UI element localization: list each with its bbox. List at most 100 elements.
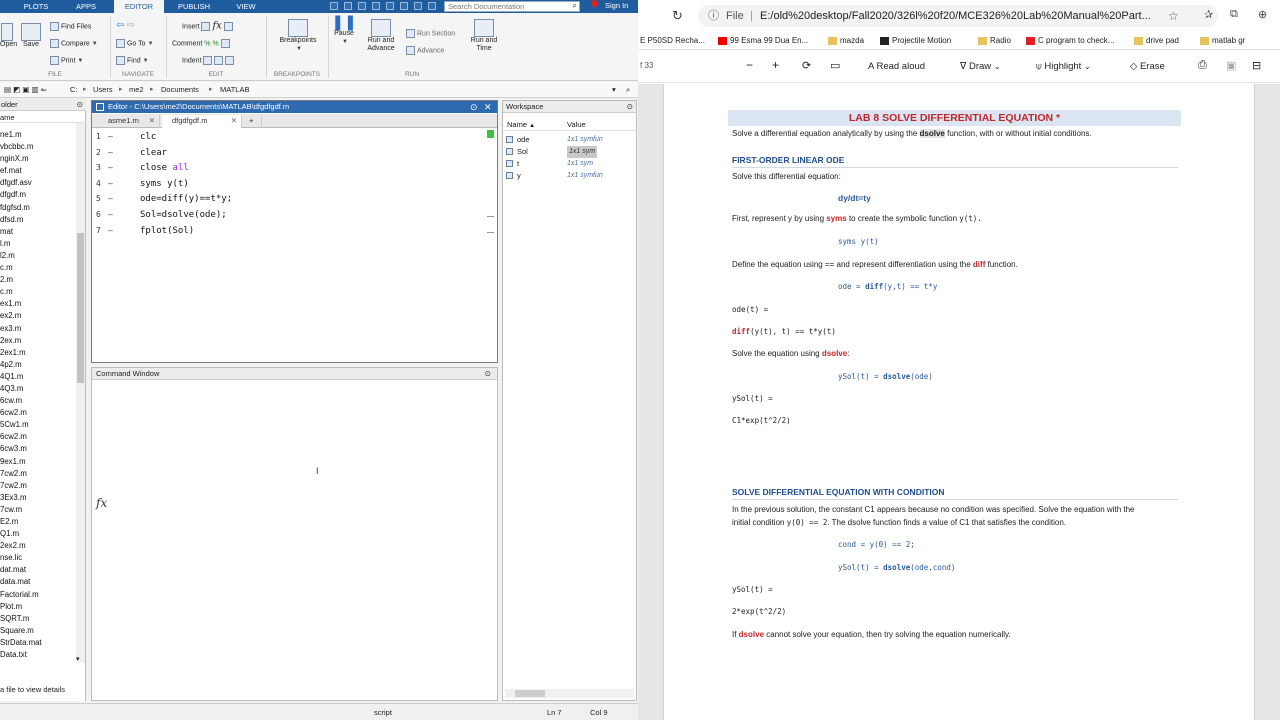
- insert-function-icon[interactable]: fx: [212, 20, 221, 31]
- run-and-time-button[interactable]: Run and Time: [466, 19, 502, 53]
- address-bar[interactable]: ⓘ File | E:/old%20desktop/Fall2020/326l%…: [698, 5, 1218, 27]
- code-line[interactable]: 5— ode=diff(y)==t*y;: [92, 194, 472, 210]
- breakpoint-marker[interactable]: —: [108, 132, 113, 141]
- fit-page-icon[interactable]: ▭: [830, 59, 840, 72]
- notification-bell-icon[interactable]: [586, 0, 598, 12]
- file-list-item[interactable]: dfgdf.asv: [0, 177, 76, 189]
- file-list-item[interactable]: data.mat: [0, 576, 76, 588]
- open-button[interactable]: Open: [0, 23, 17, 49]
- scrollbar-thumb[interactable]: [77, 233, 84, 383]
- file-list-item[interactable]: l2.m: [0, 250, 76, 262]
- goto-button[interactable]: Go To ▼: [116, 39, 154, 48]
- breakpoint-marker[interactable]: —: [108, 163, 113, 172]
- file-list-item[interactable]: dat.mat: [0, 564, 76, 576]
- tab-plots[interactable]: PLOTS: [14, 0, 58, 13]
- breakpoint-marker[interactable]: —: [108, 179, 113, 188]
- save-as-icon[interactable]: ⊟: [1252, 59, 1261, 72]
- workspace-variable-row[interactable]: t 1x1 sym: [503, 158, 636, 170]
- find-button[interactable]: Find ▼: [116, 56, 149, 65]
- file-list-item[interactable]: ef.mat: [0, 165, 76, 177]
- file-list-item[interactable]: 7cw2.m: [0, 468, 76, 480]
- cut-icon[interactable]: [344, 2, 352, 10]
- name-column-header[interactable]: Name ▲: [507, 119, 535, 132]
- tab-apps[interactable]: APPS: [64, 0, 108, 13]
- indent-button[interactable]: Indent: [182, 56, 236, 65]
- code-line[interactable]: 1— clc: [92, 132, 472, 148]
- line-number[interactable]: 4: [96, 179, 106, 188]
- file-list-item[interactable]: Plot.m: [0, 601, 76, 613]
- compare-button[interactable]: Compare ▼: [50, 39, 98, 48]
- panel-menu-icon[interactable]: ⊙: [77, 99, 83, 111]
- extensions-icon[interactable]: ⊕: [1258, 8, 1267, 21]
- breakpoint-marker[interactable]: —: [108, 194, 113, 203]
- close-icon[interactable]: ✕: [231, 115, 237, 127]
- bookmark-item[interactable]: Radio: [978, 32, 1011, 50]
- save-button[interactable]: Save: [18, 23, 44, 49]
- line-number[interactable]: 2: [96, 148, 106, 157]
- chevron-down-icon[interactable]: ⌄: [994, 62, 1001, 71]
- bookmark-item[interactable]: 99 Esma 99 Dua En...: [718, 32, 808, 50]
- zoom-in-icon[interactable]: +: [772, 58, 779, 72]
- print-icon[interactable]: ⎙: [1198, 59, 1207, 72]
- favorite-star-icon[interactable]: ☆: [1168, 5, 1179, 27]
- code-area[interactable]: 1— clc 2— clear 3— close all 4— syms y(t) 5— ode=…: [92, 130, 497, 362]
- redo-icon[interactable]: [400, 2, 408, 10]
- file-list-item[interactable]: dfgdf.m: [0, 189, 76, 201]
- pause-button[interactable]: ❚❚ Pause ▼: [330, 15, 358, 46]
- info-icon[interactable]: ⓘ: [708, 5, 719, 27]
- increase-indent-icon[interactable]: [214, 56, 224, 65]
- breakpoint-marker[interactable]: —: [108, 226, 113, 235]
- breakpoint-marker[interactable]: —: [108, 210, 113, 219]
- code-line[interactable]: 4— syms y(t): [92, 179, 472, 195]
- file-list-item[interactable]: c.m: [0, 262, 76, 274]
- workspace-variable-row[interactable]: Sol 1x1 sym: [503, 146, 636, 158]
- file-list-item[interactable]: 9ex1.m: [0, 456, 76, 468]
- code-line[interactable]: 2— clear: [92, 148, 472, 164]
- file-list-item[interactable]: ex3.m: [0, 323, 76, 335]
- bookmark-item[interactable]: matlab gr: [1200, 32, 1245, 50]
- draw-button[interactable]: ∇ Draw ⌄: [960, 61, 1001, 72]
- file-list-item[interactable]: Square.m: [0, 625, 76, 637]
- panel-menu-icon[interactable]: ⊙: [470, 101, 478, 113]
- advance-button[interactable]: Advance: [406, 46, 444, 55]
- folder-toolbar-icons[interactable]: ▤ ◩ ▣ ▥ ⇐: [4, 85, 47, 94]
- file-list-item[interactable]: 7cw2.m: [0, 480, 76, 492]
- breadcrumb-drive[interactable]: C:: [70, 85, 78, 94]
- line-number[interactable]: 6: [96, 210, 106, 219]
- file-list-item[interactable]: Data.txt: [0, 649, 76, 661]
- file-list-column-header[interactable]: ame: [0, 112, 86, 123]
- chevron-down-icon[interactable]: ⌄: [1084, 62, 1091, 71]
- page-indicator[interactable]: f 33: [640, 61, 653, 70]
- file-list-item[interactable]: 6cw2.m: [0, 431, 76, 443]
- file-list-item[interactable]: dfsd.m: [0, 214, 76, 226]
- file-list-item[interactable]: 6cw.m: [0, 395, 76, 407]
- code-line[interactable]: 7— fplot(Sol): [92, 226, 472, 242]
- file-list-item[interactable]: 7cw.m: [0, 504, 76, 516]
- file-list-item[interactable]: 6cw2.m: [0, 407, 76, 419]
- file-list-item[interactable]: 4p2.m: [0, 359, 76, 371]
- file-list-item[interactable]: StrData.mat: [0, 637, 76, 649]
- run-and-advance-button[interactable]: Run and Advance: [362, 19, 400, 53]
- tab-asme1[interactable]: asme1.m ✕: [98, 115, 160, 128]
- help-icon[interactable]: [428, 2, 436, 10]
- bookmark-item[interactable]: drive pad: [1134, 32, 1179, 50]
- tab-dfgdfgdf[interactable]: dfgdfgdf.m ✕: [162, 115, 242, 128]
- back-forward-buttons[interactable]: ⇦ ⇨: [116, 21, 135, 31]
- tab-editor[interactable]: EDITOR: [114, 0, 164, 13]
- bookmark-item[interactable]: E P50SD Recha...: [640, 32, 705, 50]
- read-aloud-button[interactable]: A Read aloud: [868, 61, 925, 72]
- workspace-horizontal-scrollbar[interactable]: [505, 689, 634, 698]
- file-list-item[interactable]: 4Q1.m: [0, 371, 76, 383]
- file-list-item[interactable]: 2ex.m: [0, 335, 76, 347]
- file-list-item[interactable]: E2.m: [0, 516, 76, 528]
- tab-view[interactable]: VIEW: [224, 0, 268, 13]
- line-number[interactable]: 1: [96, 132, 106, 141]
- file-list-item[interactable]: ex1.m: [0, 298, 76, 310]
- sign-in-link[interactable]: Sign In: [605, 0, 628, 13]
- file-list-item[interactable]: 2ex1.m: [0, 347, 76, 359]
- comment-percent-icon[interactable]: %: [204, 40, 210, 47]
- name-column-header[interactable]: ame: [0, 113, 15, 122]
- code-analyzer-mark[interactable]: [487, 232, 494, 233]
- breadcrumb-matlab[interactable]: MATLAB: [220, 85, 249, 94]
- undo-icon[interactable]: [386, 2, 394, 10]
